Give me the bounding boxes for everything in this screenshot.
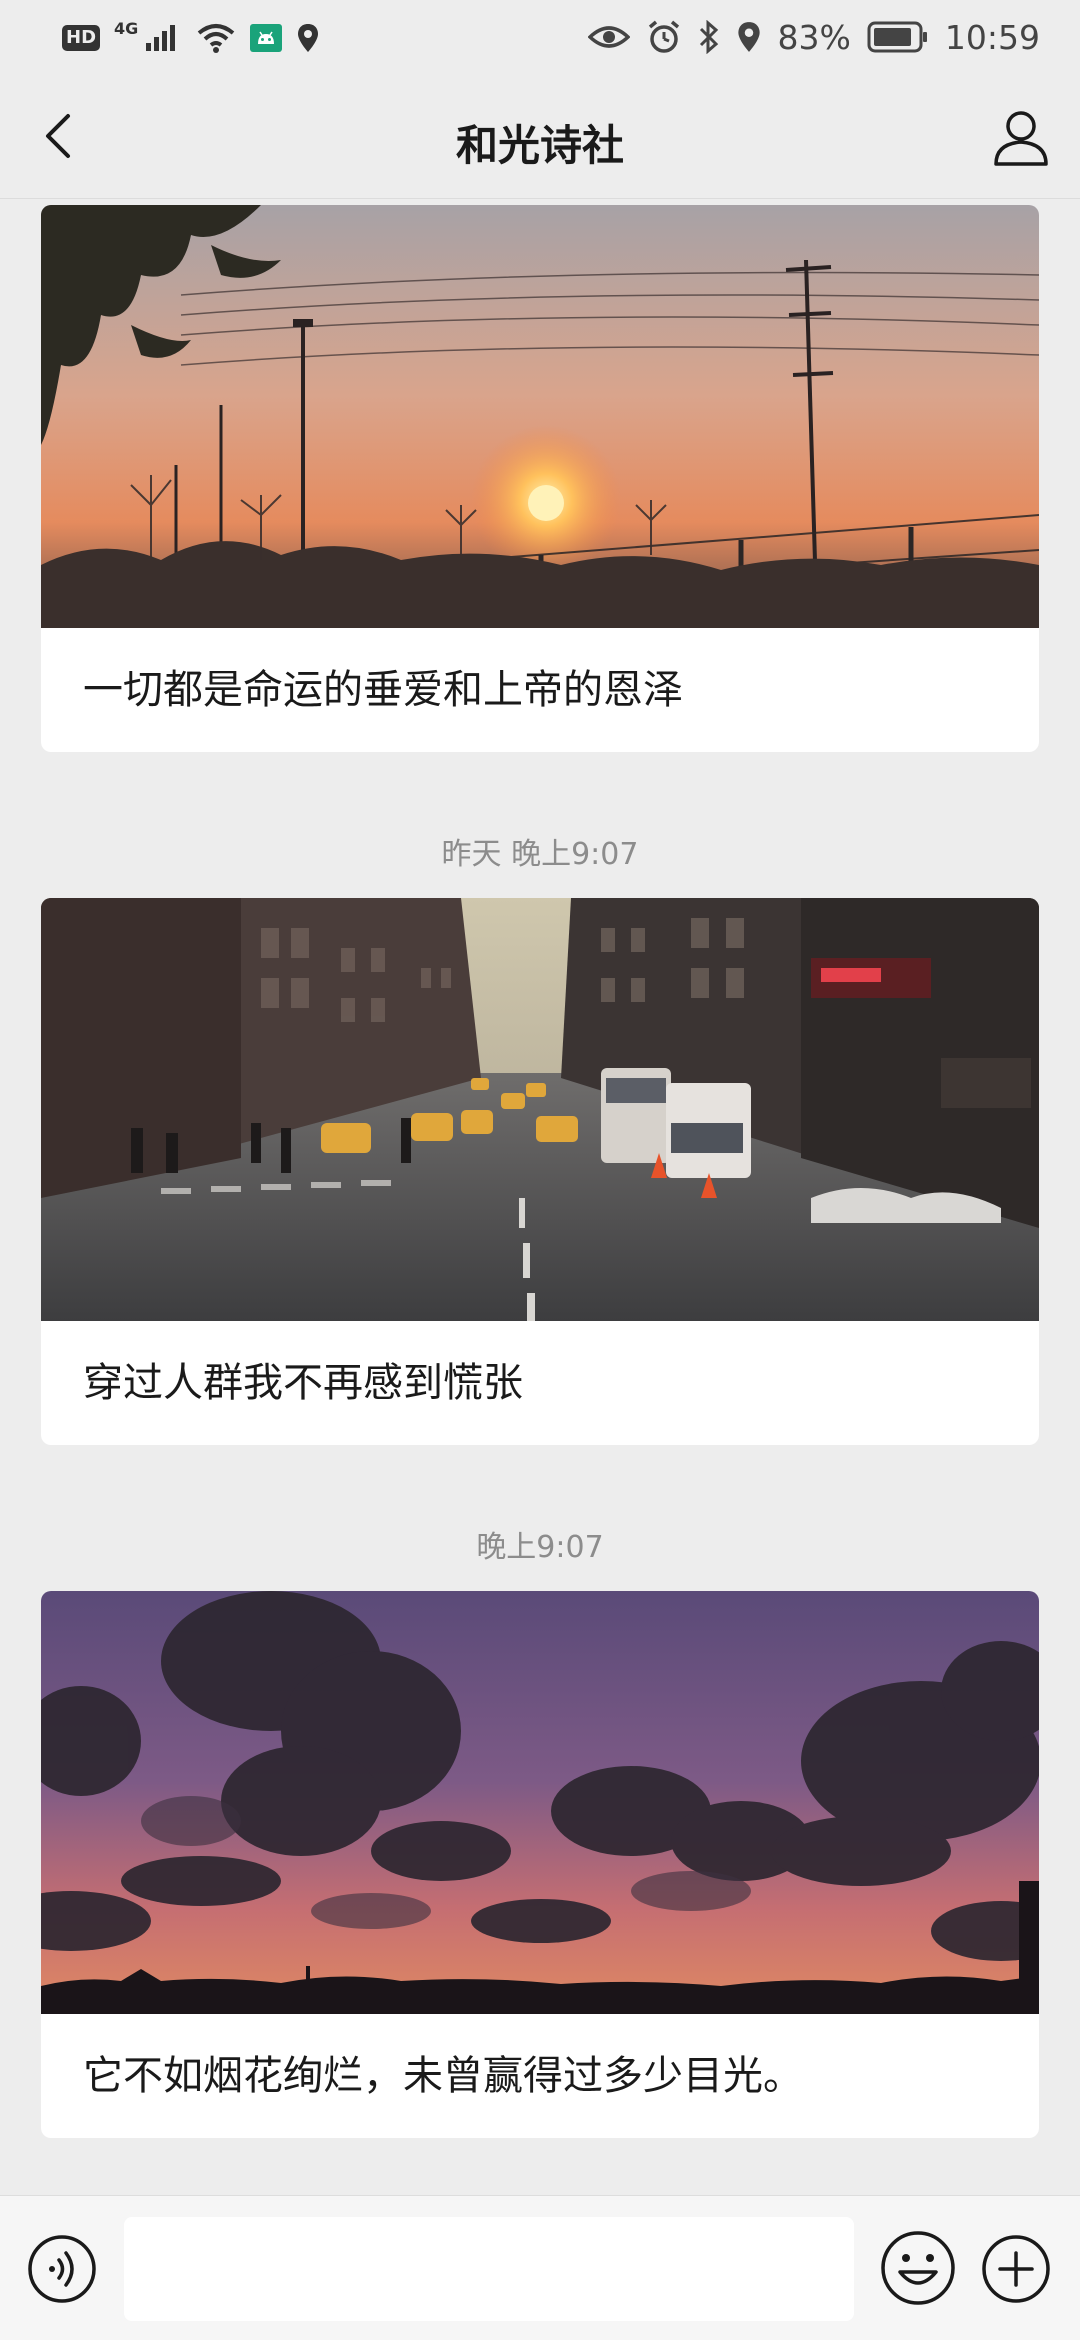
- signal-icon: [144, 23, 182, 53]
- eye-icon: [587, 23, 630, 51]
- battery-percent: 83%: [777, 17, 851, 57]
- navigation-bar: 和光诗社: [0, 76, 1080, 199]
- status-right: 83% 10:59: [587, 14, 1040, 60]
- message-timestamp: 昨天 晚上9:07: [441, 837, 639, 872]
- alarm-icon: [646, 19, 682, 55]
- voice-icon: [28, 2235, 96, 2303]
- sunset-fence-photo[interactable]: [41, 205, 1039, 628]
- android-icon: [250, 24, 283, 52]
- emoji-icon: [881, 2231, 955, 2305]
- message-input[interactable]: [124, 2217, 854, 2321]
- hd-icon: HD: [62, 25, 101, 51]
- clock: 10:59: [944, 17, 1040, 57]
- wifi-icon: [196, 22, 236, 54]
- status-bar: HD 4G 83% 10:59: [0, 0, 1080, 76]
- message-card[interactable]: 穿过人群我不再感到慌张: [41, 898, 1039, 1445]
- voice-button[interactable]: [26, 2233, 98, 2305]
- message-caption: 一切都是命运的垂爱和上帝的恩泽: [83, 667, 683, 713]
- chat-screen: HD 4G 83% 10:59 和光诗社 一切都是命运的垂爱和上帝的恩泽 昨天 …: [0, 0, 1080, 2340]
- bluetooth-icon: [698, 20, 720, 54]
- page-title: 和光诗社: [455, 121, 624, 170]
- more-options-button[interactable]: [980, 2233, 1052, 2305]
- message-caption: 穿过人群我不再感到慌张: [83, 1360, 523, 1406]
- battery-icon: [867, 20, 929, 54]
- purple-sky-clouds-photo[interactable]: [41, 1591, 1039, 2014]
- plus-icon: [982, 2235, 1050, 2303]
- message-card[interactable]: 它不如烟花绚烂，未曾赢得过多少目光。: [41, 1591, 1039, 2138]
- message-card[interactable]: 一切都是命运的垂爱和上帝的恩泽: [41, 205, 1039, 752]
- location-icon: [296, 22, 320, 54]
- status-left: HD 4G: [62, 16, 320, 60]
- profile-button[interactable]: [988, 104, 1054, 170]
- message-input-bar: [0, 2195, 1080, 2340]
- person-icon: [994, 111, 1048, 166]
- location-icon: [736, 20, 762, 54]
- city-street-photo[interactable]: [41, 898, 1039, 1321]
- message-timestamp: 晚上9:07: [476, 1530, 604, 1565]
- network-type-label: 4G: [114, 18, 139, 38]
- message-caption: 它不如烟花绚烂，未曾赢得过多少目光。: [83, 2053, 803, 2099]
- emoji-button[interactable]: [878, 2228, 958, 2308]
